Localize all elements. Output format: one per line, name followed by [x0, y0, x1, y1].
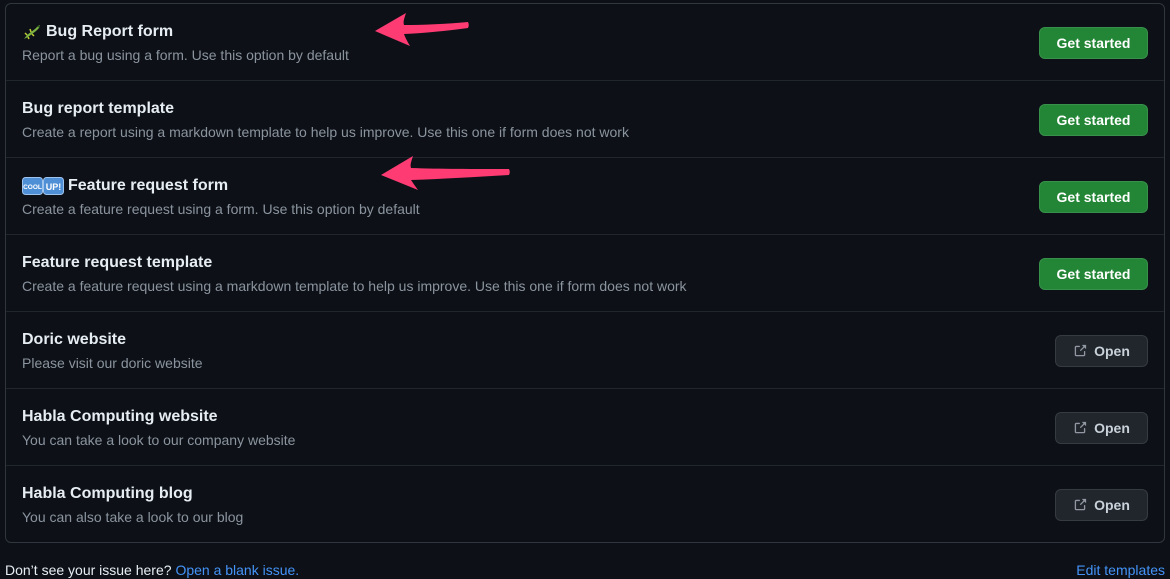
template-description: Create a feature request using a markdow…: [22, 278, 687, 294]
external-link-icon: [1074, 421, 1087, 434]
open-button-label: Open: [1094, 420, 1130, 436]
get-started-button[interactable]: Get started: [1039, 104, 1148, 136]
open-button[interactable]: Open: [1055, 489, 1148, 521]
template-title: COOL UP! Feature request form: [22, 176, 228, 196]
open-button-label: Open: [1094, 343, 1130, 359]
template-title: Feature request template: [22, 254, 213, 271]
template-description: Report a bug using a form. Use this opti…: [22, 47, 349, 63]
svg-text:UP!: UP!: [46, 182, 62, 192]
template-row-feature-request-template: Feature request template Create a featur…: [6, 235, 1164, 312]
cool-up-emoji-icon: COOL UP!: [22, 176, 64, 196]
link-description: Please visit our doric website: [22, 355, 203, 371]
open-button[interactable]: Open: [1055, 412, 1148, 444]
edit-templates-link[interactable]: Edit templates: [1076, 562, 1165, 578]
link-row-habla-computing-blog: Habla Computing blog You can also take a…: [6, 466, 1164, 542]
external-link-icon: [1074, 498, 1087, 511]
external-link-icon: [1074, 344, 1087, 357]
template-description: Create a report using a markdown templat…: [22, 124, 629, 140]
svg-text:COOL: COOL: [23, 184, 42, 191]
link-title: Habla Computing website: [22, 408, 218, 425]
template-title: Bug report template: [22, 100, 175, 117]
open-blank-issue-link[interactable]: Open a blank issue.: [175, 562, 299, 578]
link-title: Habla Computing blog: [22, 485, 193, 502]
get-started-button[interactable]: Get started: [1039, 258, 1148, 290]
open-button-label: Open: [1094, 497, 1130, 513]
template-title-text: Bug Report form: [46, 23, 174, 40]
lizard-emoji-icon: [22, 22, 42, 42]
template-row-bug-report-form: Bug Report form Report a bug using a for…: [6, 4, 1164, 81]
open-button[interactable]: Open: [1055, 335, 1148, 367]
template-list: Bug Report form Report a bug using a for…: [5, 3, 1165, 543]
template-row-bug-report-template: Bug report template Create a report usin…: [6, 81, 1164, 158]
get-started-button[interactable]: Get started: [1039, 27, 1148, 59]
template-description: Create a feature request using a form. U…: [22, 201, 420, 217]
issue-template-chooser: Bug Report form Report a bug using a for…: [0, 0, 1170, 579]
link-row-doric-website: Doric website Please visit our doric web…: [6, 312, 1164, 389]
link-description: You can also take a look to our blog: [22, 509, 244, 525]
template-title-text: Feature request form: [68, 177, 229, 194]
template-title: Bug Report form: [22, 22, 173, 42]
link-description: You can take a look to our company websi…: [22, 432, 296, 448]
link-title: Doric website: [22, 331, 127, 348]
footer-edit: Edit templates: [1076, 562, 1165, 578]
link-row-habla-computing-website: Habla Computing website You can take a l…: [6, 389, 1164, 466]
get-started-button[interactable]: Get started: [1039, 181, 1148, 213]
footer-prompt-text: Don’t see your issue here?: [5, 562, 172, 578]
template-row-feature-request-form: COOL UP! Feature request form Create a f…: [6, 158, 1164, 235]
footer-prompt: Don’t see your issue here? Open a blank …: [5, 562, 299, 578]
